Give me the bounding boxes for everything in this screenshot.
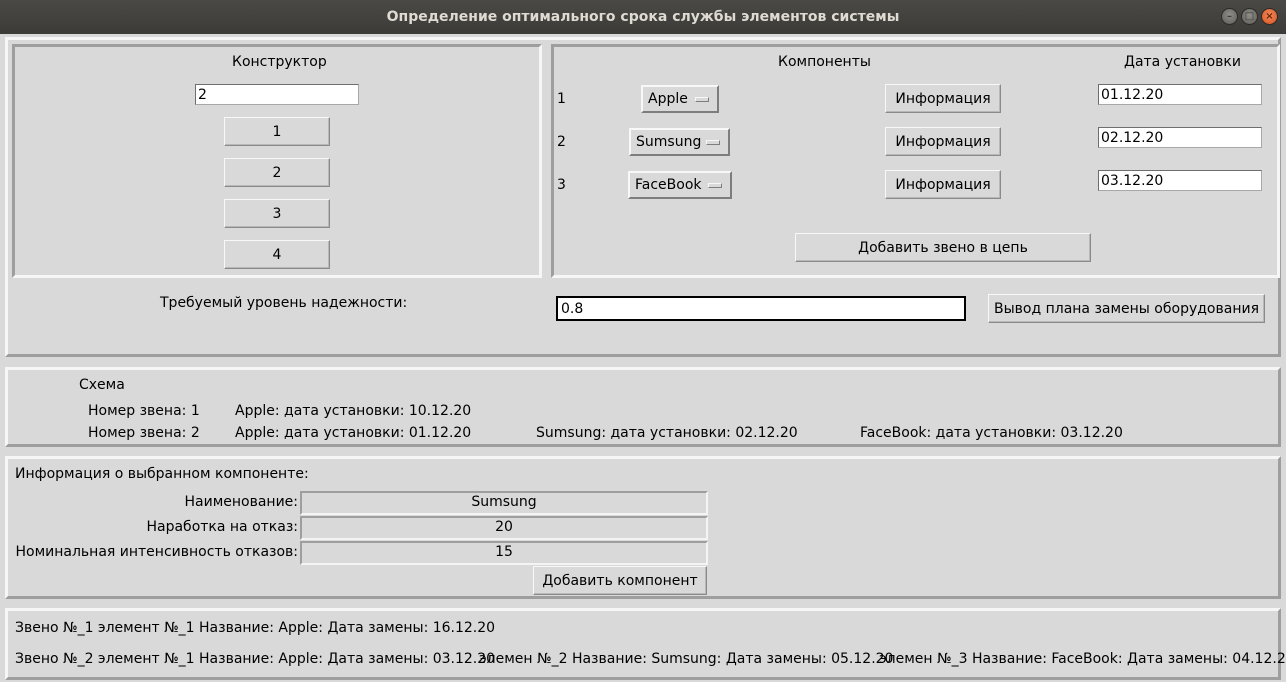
component-row-number: 2	[557, 134, 566, 150]
info-button-2[interactable]: Информация	[885, 127, 1001, 156]
install-date-title: Дата установки	[1124, 54, 1241, 70]
scheme-item: FaceBook: дата установки: 03.12.20	[860, 425, 1123, 441]
info-button-3[interactable]: Информация	[885, 170, 1001, 199]
scheme-item: Apple: дата установки: 01.12.20	[235, 425, 472, 441]
window-titlebar: Определение оптимального срока службы эл…	[0, 0, 1286, 34]
maximize-icon[interactable]: □	[1241, 8, 1258, 25]
add-link-button[interactable]: Добавить звено в цепь	[795, 233, 1091, 262]
reliability-label: Требуемый уровень надежности:	[160, 295, 408, 311]
replacement-plan-button[interactable]: Вывод плана замены оборудования	[988, 294, 1265, 323]
install-date-input-2[interactable]	[1098, 127, 1262, 148]
info-button-1[interactable]: Информация	[885, 84, 1001, 113]
add-component-button[interactable]: Добавить компонент	[533, 566, 707, 595]
scheme-link-label: Номер звена: 1	[88, 403, 200, 419]
window-controls: – □ ×	[1221, 8, 1278, 25]
scheme-item: Sumsung: дата установки: 02.12.20	[536, 425, 798, 441]
mtbf-field: 20	[300, 516, 708, 540]
close-icon[interactable]: ×	[1261, 8, 1278, 25]
install-date-input-1[interactable]	[1098, 84, 1262, 105]
name-label: Наименование:	[184, 494, 298, 510]
constructor-title: Конструктор	[232, 54, 327, 70]
option-menu-indicator-icon	[695, 97, 709, 102]
install-date-input-3[interactable]	[1098, 170, 1262, 191]
option-menu-indicator-icon	[708, 183, 722, 188]
scheme-item: Apple: дата установки: 10.12.20	[235, 403, 472, 419]
option-menu-indicator-icon	[706, 140, 720, 145]
minimize-icon[interactable]: –	[1221, 8, 1238, 25]
constructor-button-1[interactable]: 1	[224, 117, 330, 146]
failure-rate-label: Номинальная интенсивность отказов:	[15, 544, 298, 560]
component-select-value: FaceBook	[635, 177, 702, 193]
component-row-number: 1	[557, 91, 566, 107]
plan-line-item: элемен №_3 Название: FaceBook: Дата заме…	[879, 651, 1286, 667]
plan-line: Звено №_2 элемент №_1 Название: Apple: Д…	[15, 651, 496, 667]
component-info-title: Информация о выбранном компоненте:	[15, 466, 309, 482]
components-title: Компоненты	[778, 54, 871, 70]
component-select-value: Sumsung	[636, 134, 702, 150]
name-field: Sumsung	[300, 491, 708, 515]
window-title: Определение оптимального срока службы эл…	[386, 9, 900, 25]
reliability-input[interactable]	[556, 296, 966, 321]
constructor-button-2[interactable]: 2	[224, 158, 330, 187]
replacement-plan-panel	[5, 608, 1281, 680]
scheme-title: Схема	[79, 377, 125, 393]
mtbf-label: Наработка на отказ:	[146, 519, 298, 535]
constructor-button-3[interactable]: 3	[224, 199, 330, 228]
plan-line-item: элемен №_2 Название: Sumsung: Дата замен…	[479, 651, 894, 667]
component-row-number: 3	[557, 177, 566, 193]
constructor-input[interactable]	[195, 84, 359, 105]
component-select-value: Apple	[648, 91, 688, 107]
failure-rate-field: 15	[300, 541, 708, 565]
scheme-link-label: Номер звена: 2	[88, 425, 200, 441]
constructor-button-4[interactable]: 4	[224, 240, 330, 269]
component-select-1[interactable]: Apple	[641, 85, 719, 113]
component-select-2[interactable]: Sumsung	[629, 128, 730, 156]
component-select-3[interactable]: FaceBook	[628, 171, 732, 199]
plan-line: Звено №_1 элемент №_1 Название: Apple: Д…	[15, 620, 496, 636]
